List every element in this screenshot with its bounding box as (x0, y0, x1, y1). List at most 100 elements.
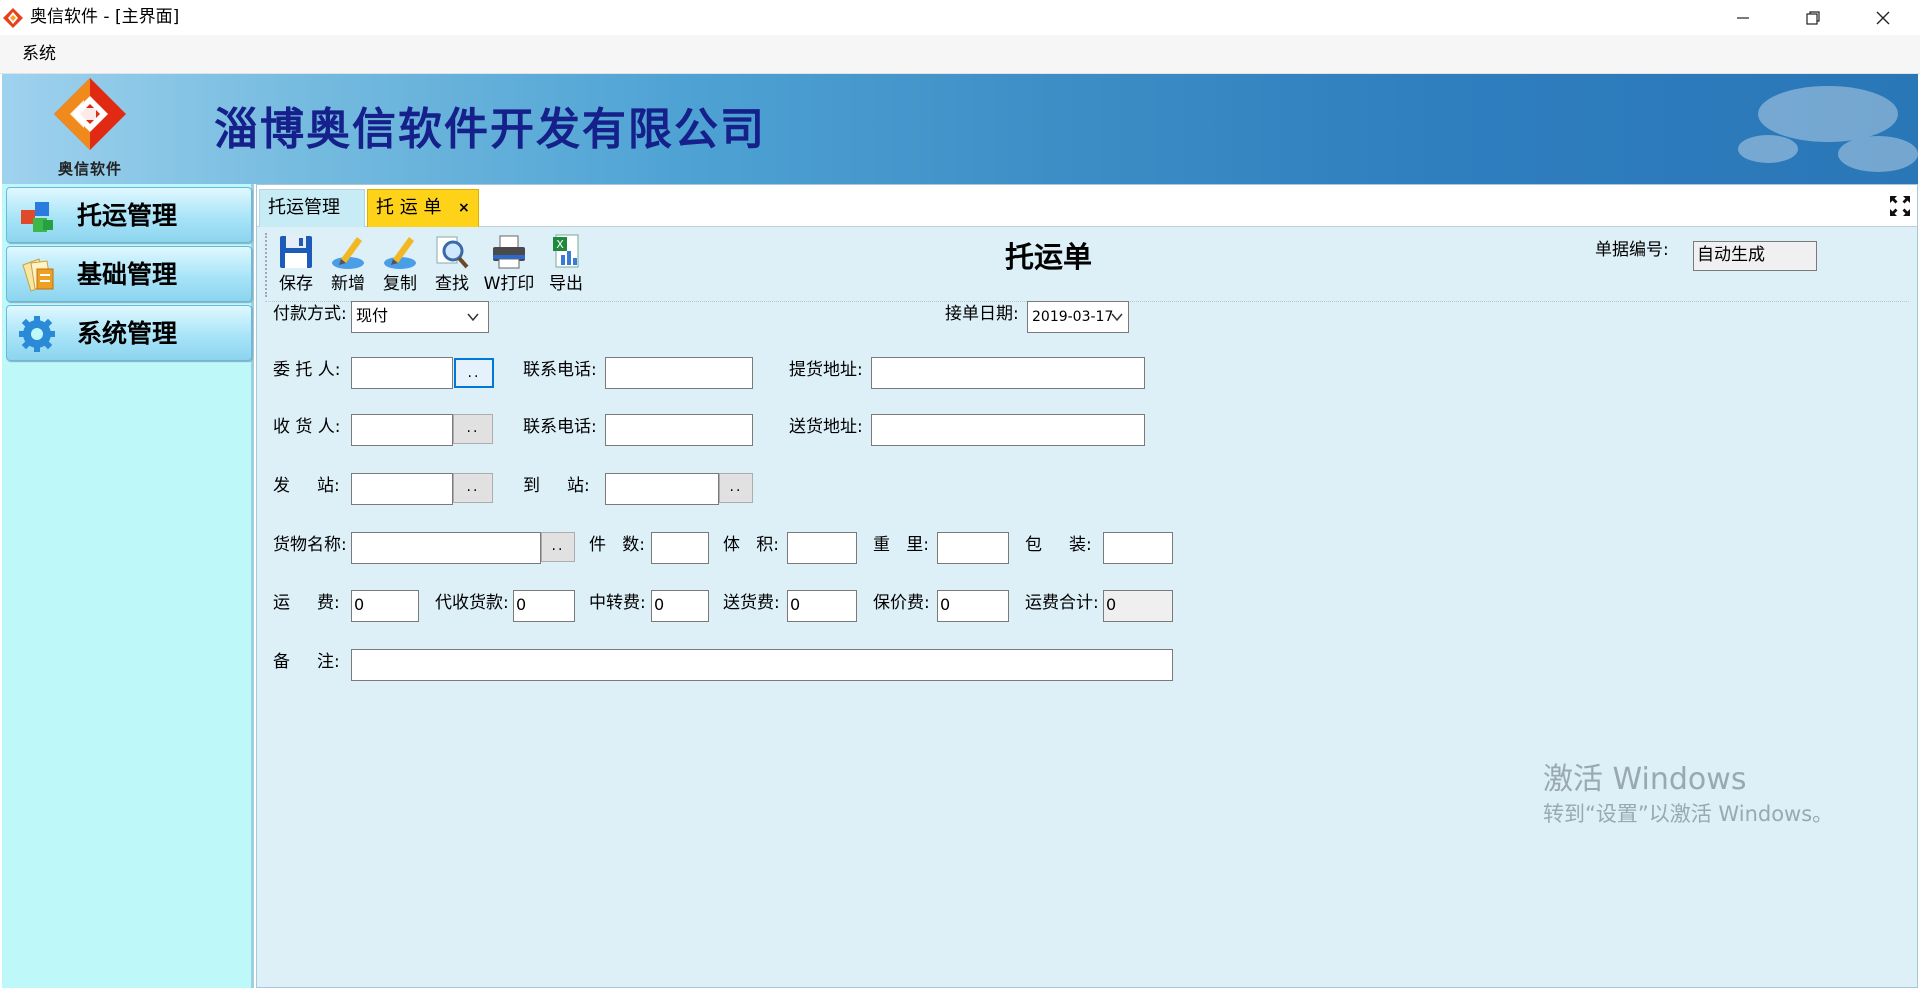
gear-icon (19, 316, 55, 352)
cubes-icon (21, 202, 53, 232)
payment-method-select[interactable]: 现付 (351, 301, 489, 333)
tab-shipping-management[interactable]: 托运管理 (259, 189, 365, 227)
freight-label: 运 费: (273, 593, 340, 613)
delivery-address-input[interactable] (871, 414, 1145, 446)
export-label: 导出 (549, 274, 583, 294)
tab-label: 托 运 单 (376, 197, 442, 218)
export-button[interactable]: X 导出 (541, 231, 591, 299)
minimize-button[interactable] (1708, 0, 1778, 35)
pickup-address-input[interactable] (871, 357, 1145, 389)
cod-label: 代收货款: (435, 593, 509, 613)
logo-diamond-icon (54, 78, 126, 150)
new-button[interactable]: 新增 (323, 231, 373, 299)
form-title: 托运单 (1005, 240, 1093, 274)
waybill-form: 保存 新增 复制 查找 W打印 X 导出 托运单 单据编号: 自动生成 付款方式… (257, 227, 1917, 987)
insurance-fee-label: 保价费: (873, 593, 930, 613)
consignee-input[interactable] (351, 414, 453, 446)
logo-text: 奥信软件 (57, 160, 122, 178)
delivery-fee-label: 送货费: (723, 593, 780, 613)
world-map-decoration (1738, 86, 1918, 172)
save-button[interactable]: 保存 (271, 231, 321, 299)
content-frame: 托运管理 托 运 单 × 保存 新增 复制 查找 W打印 X 导出 托运单 单据… (256, 184, 1918, 988)
shipper-phone-label: 联系电话: (523, 360, 597, 380)
company-banner: 奥信软件 淄博奥信软件开发有限公司 (2, 74, 1918, 184)
remarks-input[interactable] (351, 649, 1173, 681)
company-logo: 奥信软件 (40, 78, 140, 180)
delivery-fee-input[interactable]: 0 (787, 590, 857, 622)
copy-button[interactable]: 复制 (375, 231, 425, 299)
sidebar-item-label: 基础管理 (77, 260, 178, 289)
order-date-picker[interactable]: 2019-03-17 (1027, 301, 1129, 333)
transfer-fee-label: 中转费: (589, 593, 646, 613)
tab-strip: 托运管理 托 运 单 × (257, 185, 1917, 227)
volume-input[interactable] (787, 532, 857, 564)
company-name: 淄博奥信软件开发有限公司 (214, 104, 766, 155)
order-date-label: 接单日期: (945, 304, 1019, 324)
goods-name-lookup-button[interactable]: .. (541, 532, 575, 562)
print-label: W打印 (483, 274, 535, 294)
sidebar-item-shipping-management[interactable]: 托运管理 (6, 187, 252, 243)
origin-station-lookup-button[interactable]: .. (453, 473, 493, 503)
consignee-lookup-button[interactable]: .. (453, 414, 493, 444)
new-label: 新增 (331, 274, 365, 294)
shipper-input[interactable] (351, 357, 453, 389)
goods-name-label: 货物名称: (273, 535, 347, 555)
sidebar-item-label: 系统管理 (77, 319, 178, 348)
payment-method-label: 付款方式: (273, 304, 347, 324)
pieces-input[interactable] (651, 532, 709, 564)
cod-input[interactable]: 0 (513, 590, 575, 622)
doc-number-field[interactable]: 自动生成 (1693, 241, 1817, 271)
app-logo-icon (3, 8, 23, 28)
shipper-phone-input[interactable] (605, 357, 753, 389)
freight-total-label: 运费合计: (1025, 593, 1099, 613)
transfer-fee-input[interactable]: 0 (651, 590, 709, 622)
dest-station-lookup-button[interactable]: .. (719, 473, 753, 503)
weight-label: 重 里: (873, 535, 929, 555)
insurance-fee-input[interactable]: 0 (937, 590, 1009, 622)
menu-system[interactable]: 系统 (22, 43, 56, 65)
close-window-button[interactable] (1848, 0, 1918, 35)
shipper-label: 委 托 人: (273, 360, 341, 380)
volume-label: 体 积: (723, 535, 779, 555)
origin-station-input[interactable] (351, 473, 453, 505)
toolbar-grip (265, 233, 267, 297)
title-bar: 奥信软件 - [主界面] (0, 0, 1920, 35)
fullscreen-icon[interactable] (1889, 195, 1911, 217)
printer-icon (493, 235, 525, 269)
sidebar: 托运管理 基础管理 系统管理 (2, 184, 254, 988)
shipper-lookup-button[interactable]: .. (454, 358, 494, 388)
windows-activation-hint: 转到“设置”以激活 Windows。 (1543, 802, 1834, 826)
doc-number-label: 单据编号: (1595, 240, 1669, 260)
pickup-address-label: 提货地址: (789, 360, 863, 380)
consignee-phone-label: 联系电话: (523, 417, 597, 437)
tab-waybill[interactable]: 托 运 单 × (367, 189, 479, 227)
freight-total-field: 0 (1103, 590, 1173, 622)
pieces-label: 件 数: (589, 535, 645, 555)
sidebar-item-label: 托运管理 (77, 201, 178, 230)
dest-station-label: 到 站: (523, 476, 590, 496)
chevron-down-icon (467, 313, 479, 322)
origin-station-label: 发 站: (273, 476, 340, 496)
sidebar-item-basic-management[interactable]: 基础管理 (6, 246, 252, 302)
find-label: 查找 (435, 274, 469, 294)
copy-pen-icon (384, 237, 416, 269)
packing-input[interactable] (1103, 532, 1173, 564)
restore-icon (1806, 10, 1820, 25)
consignee-phone-input[interactable] (605, 414, 753, 446)
svg-text:X: X (556, 238, 564, 251)
new-pen-icon (332, 237, 364, 269)
restore-button[interactable] (1778, 0, 1848, 35)
windows-activation-watermark: 激活 Windows (1543, 762, 1747, 797)
weight-input[interactable] (937, 532, 1009, 564)
delivery-address-label: 送货地址: (789, 417, 863, 437)
packing-label: 包 装: (1025, 535, 1092, 555)
goods-name-input[interactable] (351, 532, 541, 564)
find-button[interactable]: 查找 (427, 231, 477, 299)
sidebar-item-system-management[interactable]: 系统管理 (6, 305, 252, 361)
window-title: 奥信软件 - [主界面] (30, 7, 180, 27)
freight-input[interactable]: 0 (351, 590, 419, 622)
tab-close-icon[interactable]: × (458, 190, 470, 226)
menu-bar: 系统 (0, 35, 1920, 74)
print-button[interactable]: W打印 (479, 231, 539, 299)
dest-station-input[interactable] (605, 473, 719, 505)
